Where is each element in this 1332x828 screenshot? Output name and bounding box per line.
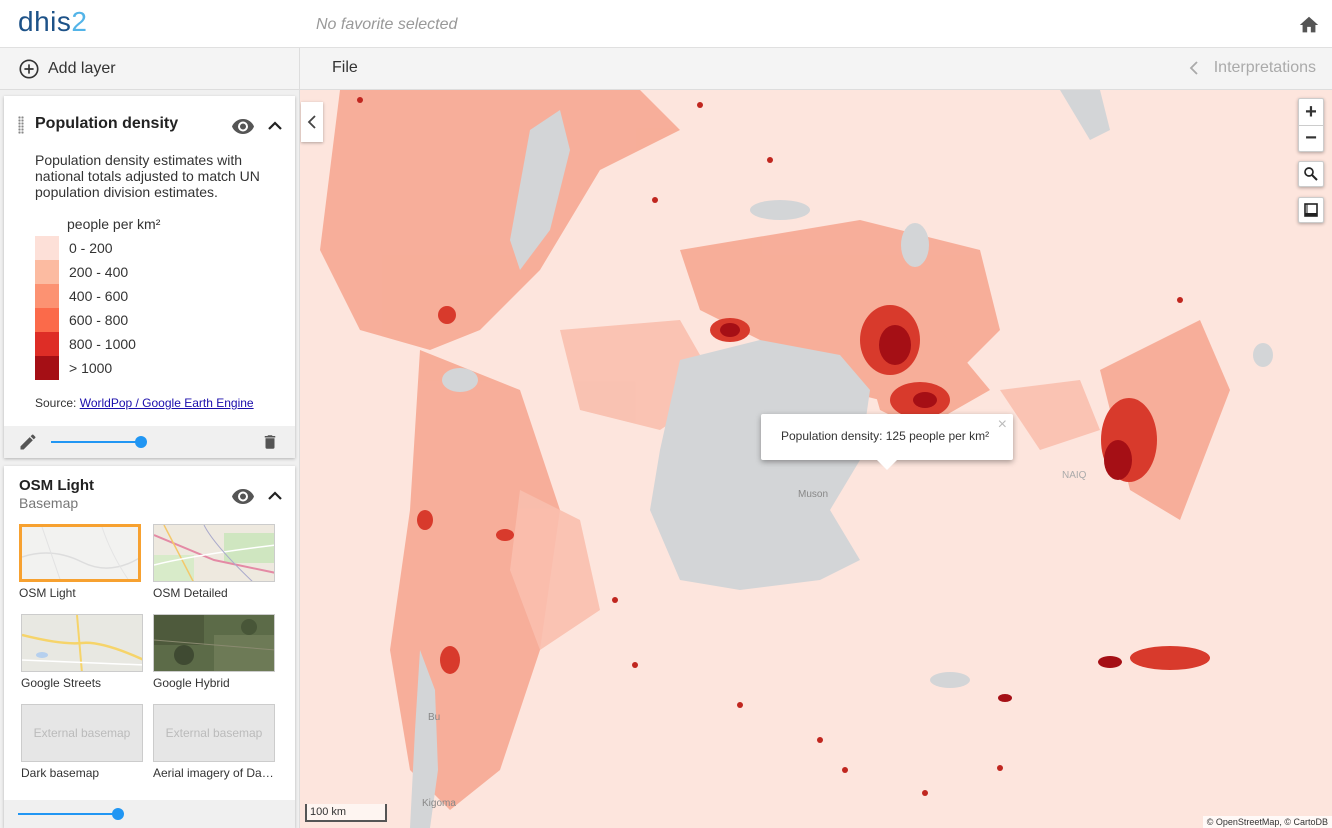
close-icon[interactable]: × — [998, 416, 1007, 434]
favorite-title: No favorite selected — [316, 16, 458, 33]
map-label-muson: Muson — [798, 489, 828, 500]
basemap-option-dark[interactable]: External basemap Dark basemap — [21, 704, 143, 780]
basemap-label: OSM Light — [19, 586, 76, 600]
add-layer-button[interactable]: Add layer — [0, 48, 300, 90]
legend-swatch — [35, 332, 59, 356]
map-attribution: © OpenStreetMap, © CartoDB — [1202, 816, 1332, 828]
visibility-icon[interactable] — [231, 114, 255, 138]
legend-label: 400 - 600 — [69, 288, 129, 304]
feature-popup: Population density: 125 people per km² × — [761, 414, 1013, 470]
layer-description: Population density estimates with nation… — [35, 152, 260, 200]
legend-swatch — [35, 260, 59, 284]
legend-label: 0 - 200 — [69, 240, 113, 256]
legend-item: 400 - 600 — [35, 284, 235, 308]
toolbar: Add layer File Interpretations — [0, 48, 1332, 90]
legend-swatch — [35, 236, 59, 260]
legend-label: 600 - 800 — [69, 312, 129, 328]
drag-handle-icon[interactable] — [18, 116, 24, 134]
basemap-option-aerial[interactable]: External basemap Aerial imagery of Dar..… — [153, 704, 275, 780]
layers-panel: Population density Population density es… — [0, 90, 300, 828]
basemap-card-footer — [4, 800, 295, 828]
source-link[interactable]: WorldPop / Google Earth Engine — [80, 396, 254, 410]
basemap-label: Dark basemap — [21, 766, 100, 780]
opacity-slider[interactable] — [51, 436, 151, 448]
app-header: dhis2 No favorite selected — [0, 0, 1332, 48]
basemap-title: OSM Light — [19, 477, 94, 494]
collapse-panel-button[interactable] — [301, 102, 323, 142]
map-view[interactable]: Muson Kigoma Bu NAIQ + − Population dens… — [300, 90, 1332, 828]
opacity-slider-thumb[interactable] — [135, 436, 147, 448]
legend-item: 0 - 200 — [35, 236, 235, 260]
opacity-slider-thumb[interactable] — [112, 808, 124, 820]
basemap-thumb-placeholder: External basemap — [21, 704, 143, 762]
map-label-naiq: NAIQ — [1062, 470, 1087, 481]
popup-text: Population density: 125 people per km² — [781, 429, 990, 443]
legend-label: 800 - 1000 — [69, 336, 136, 352]
legend-title: people per km² — [67, 216, 161, 232]
basemap-option-osm-detailed[interactable]: OSM Detailed — [153, 524, 275, 600]
legend-item: 600 - 800 — [35, 308, 235, 332]
add-circle-icon — [19, 59, 39, 79]
basemap-option-osm-light[interactable]: OSM Light — [19, 524, 141, 600]
home-icon[interactable] — [1298, 14, 1320, 36]
basemap-subtitle: Basemap — [19, 495, 79, 511]
legend-item: 200 - 400 — [35, 260, 235, 284]
search-icon — [1304, 167, 1318, 181]
popup-tip — [877, 460, 897, 470]
delete-icon[interactable] — [261, 432, 279, 452]
file-menu[interactable]: File — [332, 59, 358, 77]
dhis2-logo[interactable]: dhis2 — [18, 6, 87, 38]
legend-swatch — [35, 356, 59, 380]
interpretations-label: Interpretations — [1213, 59, 1316, 76]
basemap-label: Google Hybrid — [153, 676, 230, 690]
chevron-left-icon — [307, 115, 316, 129]
layer-title: Population density — [35, 115, 179, 132]
basemap-thumb — [153, 614, 275, 672]
scale-bar: 100 km — [305, 804, 387, 822]
chevron-up-icon[interactable] — [265, 116, 285, 136]
basemap-label: Aerial imagery of Dar... — [153, 766, 275, 780]
legend-label: 200 - 400 — [69, 264, 129, 280]
basemap-label: Google Streets — [21, 676, 102, 690]
legend-swatch — [35, 308, 59, 332]
basemap-thumb-placeholder: External basemap — [153, 704, 275, 762]
basemap-option-google-hybrid[interactable]: Google Hybrid — [153, 614, 275, 690]
legend-label: > 1000 — [69, 360, 113, 376]
zoom-out-button[interactable]: − — [1299, 125, 1323, 151]
add-layer-label: Add layer — [48, 60, 116, 77]
basemap-option-google-streets[interactable]: Google Streets — [21, 614, 143, 690]
interpretations-toggle[interactable]: Interpretations — [1188, 59, 1316, 77]
map-label-bu: Bu — [428, 712, 440, 723]
basemap-thumb — [19, 524, 141, 582]
legend-item: 800 - 1000 — [35, 332, 235, 356]
layer-source: Source: WorldPop / Google Earth Engine — [35, 396, 254, 410]
legend-item: > 1000 — [35, 356, 235, 380]
opacity-slider-track — [18, 813, 118, 815]
layer-card-footer — [4, 426, 295, 458]
basemap-card: OSM Light Basemap OSM Light OSM Detailed — [4, 466, 295, 828]
zoom-in-button[interactable]: + — [1299, 99, 1323, 125]
zoom-control: + − — [1298, 98, 1324, 152]
visibility-icon[interactable] — [231, 484, 255, 508]
chevron-up-icon[interactable] — [265, 486, 285, 506]
fullscreen-button[interactable] — [1298, 197, 1324, 223]
legend-swatch — [35, 284, 59, 308]
edit-icon[interactable] — [18, 432, 38, 452]
basemap-opacity-slider[interactable] — [18, 808, 128, 820]
map-label-kigoma: Kigoma — [422, 798, 456, 809]
chevron-left-icon — [1189, 61, 1198, 75]
basemap-thumb — [153, 524, 275, 582]
basemap-thumb — [21, 614, 143, 672]
layer-card-population-density: Population density Population density es… — [4, 96, 295, 458]
search-button[interactable] — [1298, 161, 1324, 187]
fullscreen-icon — [1304, 203, 1318, 217]
opacity-slider-track — [51, 441, 141, 443]
basemap-label: OSM Detailed — [153, 586, 228, 600]
